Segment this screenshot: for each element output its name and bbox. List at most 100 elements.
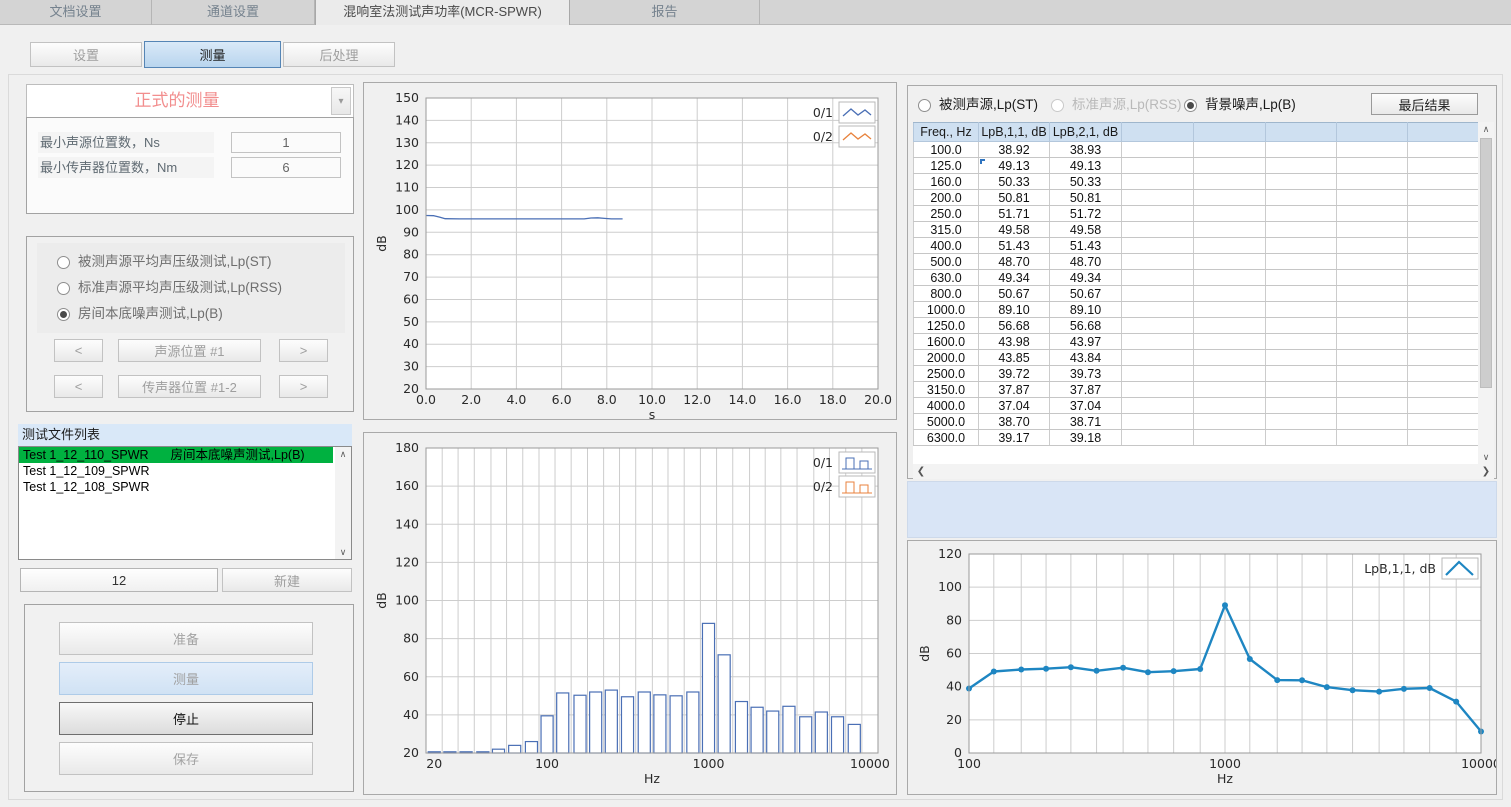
table-cell[interactable] — [1337, 238, 1408, 254]
measure-button[interactable]: 测量 — [59, 662, 313, 695]
table-column-header[interactable] — [1266, 123, 1337, 142]
scroll-up-icon[interactable]: ∧ — [1478, 122, 1494, 136]
chevron-down-icon[interactable]: ▾ — [331, 87, 351, 115]
measure-mode-dropdown[interactable]: 正式的测量 ▾ — [26, 84, 354, 118]
table-cell[interactable] — [1122, 190, 1194, 206]
table-cell[interactable] — [1337, 270, 1408, 286]
table-cell[interactable] — [1194, 206, 1266, 222]
table-cell[interactable]: 49.34 — [1050, 270, 1122, 286]
table-cell[interactable] — [1194, 430, 1266, 446]
scroll-up-icon[interactable]: ∧ — [335, 447, 351, 461]
table-cell[interactable]: 43.97 — [1050, 334, 1122, 350]
table-cell[interactable] — [1122, 222, 1194, 238]
table-cell[interactable] — [1266, 174, 1337, 190]
table-cell[interactable] — [1337, 366, 1408, 382]
table-cell[interactable]: 160.0 — [914, 174, 979, 190]
scroll-left-icon[interactable]: ❮ — [913, 464, 929, 479]
table-cell[interactable] — [1266, 350, 1337, 366]
table-cell[interactable]: 1250.0 — [914, 318, 979, 334]
table-cell[interactable]: 43.84 — [1050, 350, 1122, 366]
table-cell[interactable] — [1194, 318, 1266, 334]
table-cell[interactable] — [1194, 222, 1266, 238]
table-cell[interactable]: 38.71 — [1050, 414, 1122, 430]
source-position-button[interactable]: 声源位置 #1 — [118, 339, 261, 362]
table-cell[interactable] — [1337, 414, 1408, 430]
stop-button[interactable]: 停止 — [59, 702, 313, 735]
tab-measure[interactable]: 测量 — [144, 41, 281, 68]
scroll-down-icon[interactable]: ∨ — [1478, 450, 1494, 464]
table-cell[interactable]: 315.0 — [914, 222, 979, 238]
mic-next-button[interactable]: > — [279, 375, 328, 398]
table-cell[interactable] — [1266, 334, 1337, 350]
radio-result-st[interactable]: 被测声源,Lp(ST) — [918, 97, 1038, 115]
table-cell[interactable] — [1194, 398, 1266, 414]
file-list-scrollbar[interactable]: ∧ ∨ — [335, 447, 351, 559]
table-cell[interactable] — [1194, 238, 1266, 254]
table-cell[interactable]: 39.72 — [979, 366, 1050, 382]
table-cell[interactable] — [1266, 158, 1337, 174]
table-cell[interactable]: 2000.0 — [914, 350, 979, 366]
table-cell[interactable] — [1337, 254, 1408, 270]
table-cell[interactable] — [1122, 430, 1194, 446]
table-cell[interactable]: 39.17 — [979, 430, 1050, 446]
table-cell[interactable]: 49.13 — [979, 158, 1050, 174]
table-cell[interactable] — [1337, 398, 1408, 414]
table-cell[interactable] — [1194, 286, 1266, 302]
table-cell[interactable] — [1408, 382, 1479, 398]
table-cell[interactable]: 48.70 — [1050, 254, 1122, 270]
table-cell[interactable]: 38.70 — [979, 414, 1050, 430]
file-list-item[interactable]: Test 1_12_108_SPWR — [19, 479, 333, 495]
table-cell[interactable]: 56.68 — [979, 318, 1050, 334]
table-column-header[interactable] — [1122, 123, 1194, 142]
table-column-header[interactable] — [1194, 123, 1266, 142]
final-result-button[interactable]: 最后结果 — [1371, 93, 1478, 115]
table-cell[interactable]: 39.73 — [1050, 366, 1122, 382]
table-cell[interactable]: 1000.0 — [914, 302, 979, 318]
table-cell[interactable] — [1408, 238, 1479, 254]
tab-settings[interactable]: 设置 — [30, 42, 142, 67]
table-cell[interactable] — [1266, 398, 1337, 414]
table-column-header[interactable] — [1408, 123, 1479, 142]
table-cell[interactable] — [1337, 302, 1408, 318]
table-cell[interactable] — [1408, 414, 1479, 430]
table-cell[interactable] — [1122, 174, 1194, 190]
tab-1[interactable]: 通道设置 — [152, 0, 315, 25]
file-count-button[interactable]: 12 — [20, 568, 218, 592]
table-cell[interactable]: 51.71 — [979, 206, 1050, 222]
table-cell[interactable] — [1122, 398, 1194, 414]
table-cell[interactable] — [1266, 302, 1337, 318]
table-cell[interactable]: 3150.0 — [914, 382, 979, 398]
radio-lp-b[interactable]: 房间本底噪声测试,Lp(B) — [57, 306, 223, 324]
table-cell[interactable] — [1266, 222, 1337, 238]
table-cell[interactable] — [1122, 414, 1194, 430]
source-next-button[interactable]: > — [279, 339, 328, 362]
table-cell[interactable] — [1122, 318, 1194, 334]
radio-lp-st[interactable]: 被测声源平均声压级测试,Lp(ST) — [57, 254, 272, 272]
table-cell[interactable]: 6300.0 — [914, 430, 979, 446]
table-cell[interactable] — [1337, 430, 1408, 446]
table-cell[interactable]: 49.58 — [1050, 222, 1122, 238]
table-cell[interactable] — [1194, 270, 1266, 286]
table-cell[interactable]: 37.87 — [1050, 382, 1122, 398]
table-cell[interactable] — [1194, 414, 1266, 430]
table-cell[interactable] — [1337, 142, 1408, 158]
table-cell[interactable] — [1266, 318, 1337, 334]
table-cell[interactable] — [1122, 270, 1194, 286]
table-cell[interactable] — [1408, 334, 1479, 350]
source-prev-button[interactable]: < — [54, 339, 103, 362]
table-cell[interactable] — [1337, 350, 1408, 366]
legend-item-box[interactable] — [839, 102, 875, 123]
table-cell[interactable] — [1194, 350, 1266, 366]
table-cell[interactable]: 125.0 — [914, 158, 979, 174]
table-cell[interactable] — [1337, 190, 1408, 206]
table-cell[interactable]: 51.43 — [1050, 238, 1122, 254]
scrollbar-thumb[interactable] — [1480, 138, 1492, 388]
ns-input[interactable]: 1 — [231, 132, 341, 153]
table-column-header[interactable]: LpB,2,1, dB — [1050, 123, 1122, 142]
table-cell[interactable]: 630.0 — [914, 270, 979, 286]
table-cell[interactable]: 48.70 — [979, 254, 1050, 270]
table-cell[interactable]: 50.67 — [1050, 286, 1122, 302]
table-cell[interactable] — [1122, 334, 1194, 350]
table-cell[interactable] — [1266, 286, 1337, 302]
table-cell[interactable]: 43.85 — [979, 350, 1050, 366]
